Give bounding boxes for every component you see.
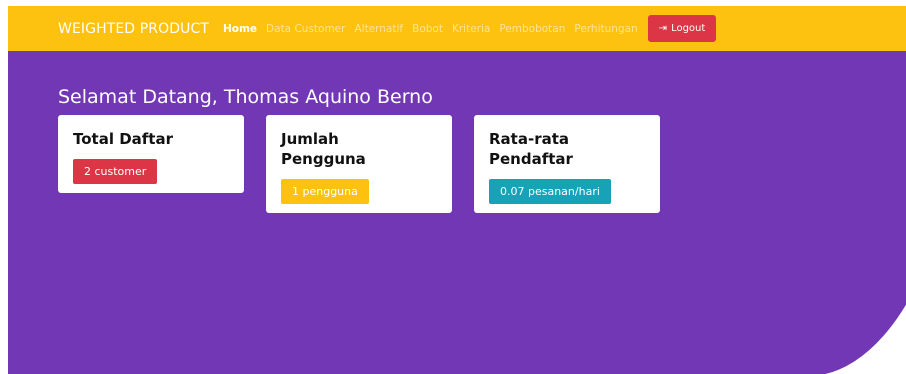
nav-item-alternatif[interactable]: Alternatif bbox=[354, 23, 403, 35]
sign-out-icon: ⇥ bbox=[658, 23, 668, 34]
app-frame: WEIGHTED PRODUCT Home Data Customer Alte… bbox=[8, 6, 906, 374]
nav-item-home[interactable]: Home bbox=[223, 23, 257, 35]
logout-label: Logout bbox=[671, 23, 706, 34]
nav-item-bobot[interactable]: Bobot bbox=[412, 23, 443, 35]
nav-item-perhitungan[interactable]: Perhitungan bbox=[574, 23, 637, 35]
card-title: Jumlah Pengguna bbox=[281, 130, 366, 168]
card-rata-rata-pendaftar: Rata-rata Pendaftar 0.07 pesanan/hari bbox=[474, 115, 660, 213]
card-title: Rata-rata Pendaftar bbox=[489, 130, 573, 168]
card-title: Total Daftar bbox=[73, 130, 173, 148]
nav-item-data-customer[interactable]: Data Customer bbox=[266, 23, 345, 35]
status-badge: 1 pengguna bbox=[281, 179, 369, 204]
nav-item-pembobotan[interactable]: Pembobotan bbox=[499, 23, 565, 35]
status-badge: 0.07 pesanan/hari bbox=[489, 179, 611, 204]
brand-logo[interactable]: WEIGHTED PRODUCT bbox=[58, 21, 209, 37]
status-badge: 2 customer bbox=[73, 159, 158, 184]
logout-button[interactable]: ⇥ Logout bbox=[647, 15, 717, 42]
card-total-daftar: Total Daftar 2 customer bbox=[58, 115, 244, 193]
nav-item-kriteria[interactable]: Kriteria bbox=[452, 23, 490, 35]
welcome-heading: Selamat Datang, Thomas Aquino Berno bbox=[58, 86, 433, 108]
nav-menu: Home Data Customer Alternatif Bobot Krit… bbox=[223, 15, 717, 42]
card-jumlah-pengguna: Jumlah Pengguna 1 pengguna bbox=[266, 115, 452, 213]
top-navbar: WEIGHTED PRODUCT Home Data Customer Alte… bbox=[8, 6, 906, 51]
